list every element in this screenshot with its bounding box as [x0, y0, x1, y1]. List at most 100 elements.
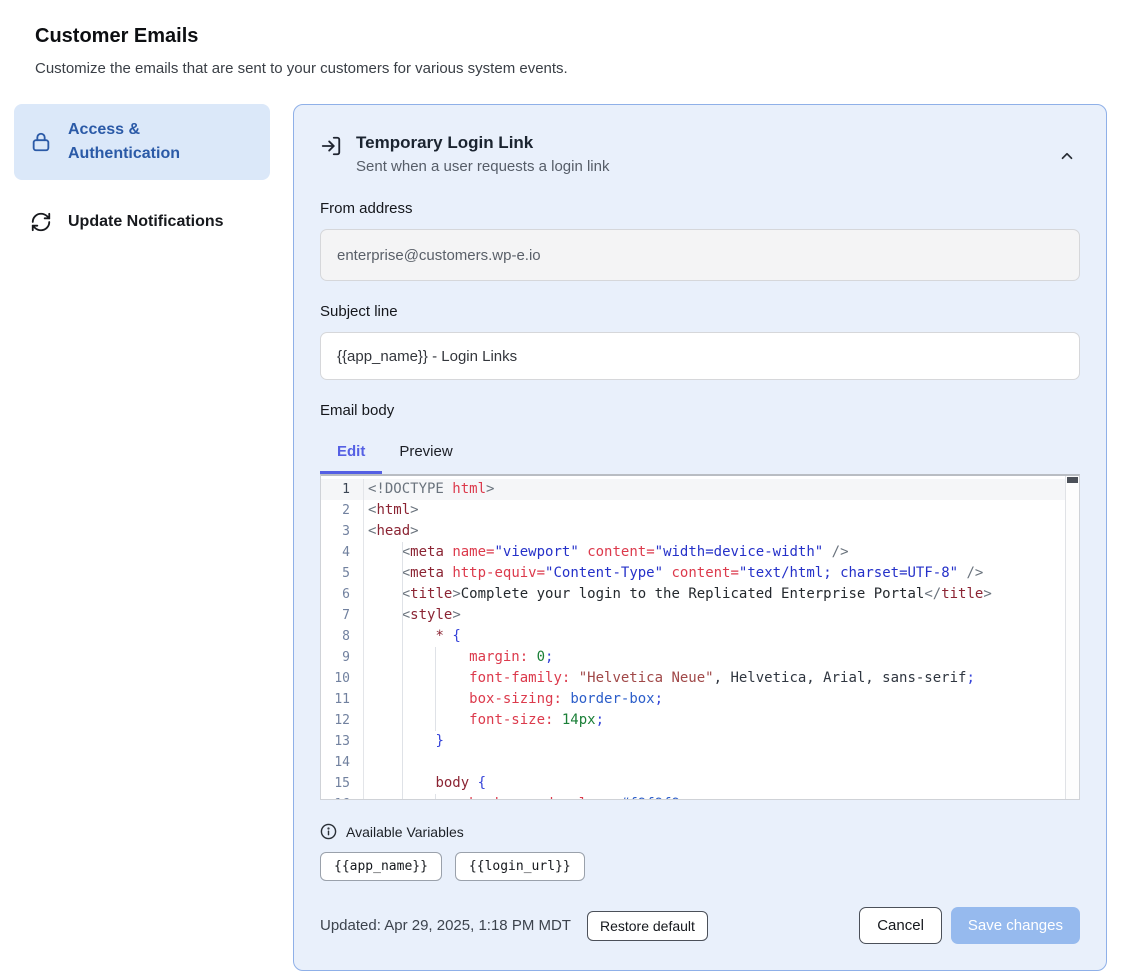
panel-subtitle: Sent when a user requests a login link: [356, 156, 1040, 178]
code-line: 9 margin: 0;: [321, 647, 1079, 668]
code-line-content: <meta http-equiv="Content-Type" content=…: [364, 563, 1079, 584]
code-line: 6 <title>Complete your login to the Repl…: [321, 584, 1079, 605]
code-line: 8 * {: [321, 626, 1079, 647]
email-body-tabs: EditPreview: [320, 434, 1080, 474]
editor-scrollbar[interactable]: [1065, 476, 1079, 799]
indent-guide: [402, 584, 403, 605]
restore-default-button[interactable]: Restore default: [587, 911, 708, 941]
tab-preview[interactable]: Preview: [382, 434, 469, 474]
code-line-content: font-family: "Helvetica Neue", Helvetica…: [364, 668, 1079, 689]
email-settings-panel: Temporary Login Link Sent when a user re…: [293, 104, 1107, 971]
indent-guide: [402, 710, 403, 731]
line-number: 6: [321, 584, 364, 605]
code-lines: 1<!DOCTYPE html>2<html>3<head>4 <meta na…: [321, 479, 1079, 800]
line-number: 11: [321, 689, 364, 710]
page-subtitle: Customize the emails that are sent to yo…: [35, 59, 1093, 79]
code-line-content: <html>: [364, 500, 1079, 521]
refresh-icon: [30, 211, 52, 233]
login-icon: [320, 135, 342, 178]
indent-guide: [435, 794, 436, 800]
code-line: 4 <meta name="viewport" content="width=d…: [321, 542, 1079, 563]
line-number: 3: [321, 521, 364, 542]
line-number: 8: [321, 626, 364, 647]
save-changes-button[interactable]: Save changes: [951, 907, 1080, 944]
sidebar-item-access-authentication[interactable]: Access & Authentication: [14, 104, 270, 180]
sidebar-item-update-notifications[interactable]: Update Notifications: [14, 196, 270, 248]
code-line-content: body {: [364, 773, 1079, 794]
code-line: 3<head>: [321, 521, 1079, 542]
line-number: 9: [321, 647, 364, 668]
customer-emails-page: Customer Emails Customize the emails tha…: [0, 0, 1128, 980]
available-variables-row: Available Variables: [320, 823, 1080, 840]
indent-guide: [402, 626, 403, 647]
code-line: 16 background-color: #f9f9f9;: [321, 794, 1079, 800]
line-number: 13: [321, 731, 364, 752]
code-line: 11 box-sizing: border-box;: [321, 689, 1079, 710]
code-line: 1<!DOCTYPE html>: [321, 479, 1079, 500]
panel-footer: Updated: Apr 29, 2025, 1:18 PM MDT Resto…: [320, 907, 1080, 944]
code-line-content: font-size: 14px;: [364, 710, 1079, 731]
line-number: 4: [321, 542, 364, 563]
indent-guide: [402, 563, 403, 584]
code-line-content: * {: [364, 626, 1079, 647]
page-header: Customer Emails Customize the emails tha…: [35, 23, 1093, 79]
code-line: 14: [321, 752, 1079, 773]
code-line-content: <style>: [364, 605, 1079, 626]
code-line-content: <meta name="viewport" content="width=dev…: [364, 542, 1079, 563]
code-line-content: margin: 0;: [364, 647, 1079, 668]
available-variables-label: Available Variables: [346, 824, 464, 840]
line-number: 16: [321, 794, 364, 800]
from-address-input[interactable]: [320, 229, 1080, 281]
code-line-content: }: [364, 731, 1079, 752]
info-icon[interactable]: [320, 823, 337, 840]
code-line-content: background-color: #f9f9f9;: [364, 794, 1079, 800]
email-body-label: Email body: [320, 400, 1080, 422]
sidebar-item-label: Update Notifications: [68, 210, 224, 234]
lock-icon: [30, 131, 52, 153]
variable-chip[interactable]: {{app_name}}: [320, 852, 442, 881]
code-line: 10 font-family: "Helvetica Neue", Helvet…: [321, 668, 1079, 689]
previous-card-edge: [8, 0, 1110, 8]
indent-guide: [435, 689, 436, 710]
code-line: 7 <style>: [321, 605, 1079, 626]
code-editor[interactable]: 1<!DOCTYPE html>2<html>3<head>4 <meta na…: [320, 474, 1080, 800]
line-number: 1: [321, 479, 364, 500]
code-line: 15 body {: [321, 773, 1079, 794]
code-line: 5 <meta http-equiv="Content-Type" conten…: [321, 563, 1079, 584]
indent-guide: [402, 542, 403, 563]
code-line-content: [364, 752, 1079, 773]
line-number: 14: [321, 752, 364, 773]
panel-header-text: Temporary Login Link Sent when a user re…: [356, 131, 1040, 178]
subject-line-label: Subject line: [320, 301, 1080, 323]
panel-header: Temporary Login Link Sent when a user re…: [320, 131, 1080, 178]
indent-guide: [402, 794, 403, 800]
variable-chips: {{app_name}} {{login_url}}: [320, 852, 1080, 881]
indent-guide: [402, 773, 403, 794]
updated-timestamp: Updated: Apr 29, 2025, 1:18 PM MDT: [320, 917, 571, 934]
code-line-content: box-sizing: border-box;: [364, 689, 1079, 710]
sidebar-item-label: Access & Authentication: [68, 118, 254, 166]
tab-edit[interactable]: Edit: [320, 434, 382, 474]
sidebar: Access & Authentication Update Notificati…: [14, 104, 270, 248]
main-layout: Access & Authentication Update Notificati…: [14, 104, 1107, 971]
indent-guide: [402, 752, 403, 773]
editor-scrollbar-thumb[interactable]: [1067, 477, 1078, 483]
subject-line-input[interactable]: [320, 332, 1080, 380]
from-address-label: From address: [320, 198, 1080, 220]
line-number: 7: [321, 605, 364, 626]
code-line-content: <title>Complete your login to the Replic…: [364, 584, 1079, 605]
line-number: 2: [321, 500, 364, 521]
chevron-up-icon: [1058, 153, 1076, 168]
indent-guide: [402, 689, 403, 710]
cancel-button[interactable]: Cancel: [859, 907, 942, 944]
indent-guide: [402, 731, 403, 752]
line-number: 12: [321, 710, 364, 731]
line-number: 15: [321, 773, 364, 794]
code-line: 2<html>: [321, 500, 1079, 521]
indent-guide: [402, 605, 403, 626]
variable-chip[interactable]: {{login_url}}: [455, 852, 585, 881]
collapse-section-button[interactable]: [1054, 137, 1080, 178]
page-title: Customer Emails: [35, 23, 1093, 49]
code-line-content: <!DOCTYPE html>: [364, 479, 1079, 500]
line-number: 5: [321, 563, 364, 584]
